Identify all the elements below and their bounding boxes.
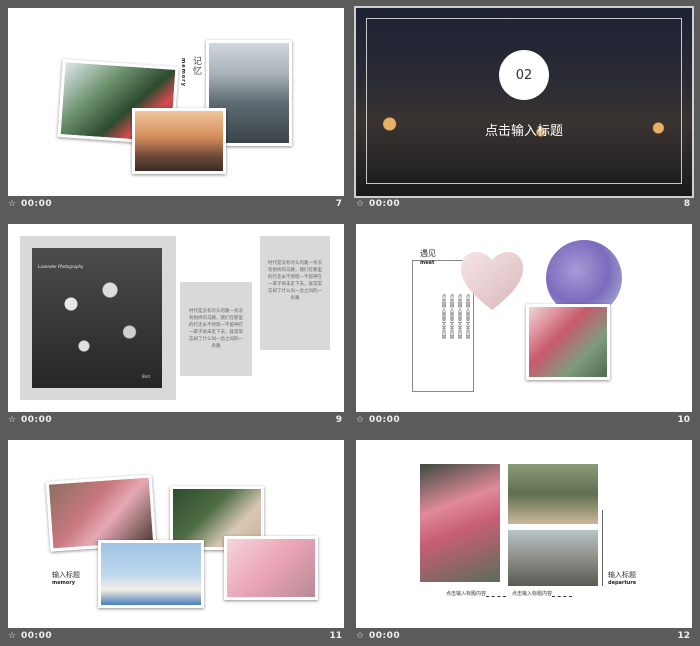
slide-8-number: 8 <box>683 199 690 209</box>
slide-10-subtitle: meet <box>420 260 435 266</box>
slide-9-time: 00:00 <box>21 415 53 425</box>
divider-line <box>602 510 603 586</box>
slide-7-number: 7 <box>335 199 342 209</box>
carnation-photo <box>420 464 500 582</box>
bw-flowers-photo <box>32 248 162 388</box>
star-icon: ☆ <box>8 415 17 425</box>
caption-right-underline <box>552 596 572 597</box>
sunset-person-photo <box>132 108 226 174</box>
star-icon: ☆ <box>356 631 365 641</box>
star-icon: ☆ <box>356 199 365 209</box>
slide-thumbnail-11[interactable]: 输入标题 memory ☆ 00:00 11 <box>8 440 344 644</box>
slide-12-title: 输入标题 <box>608 571 636 579</box>
slide-9-canvas[interactable]: Lavender Photography Bird 时代是没有尽头的路一条没有始… <box>8 224 344 412</box>
street-photo <box>508 530 598 586</box>
slide-8-title: 点击输入标题 <box>484 124 563 139</box>
slide-thumbnail-7[interactable]: 记忆 memory ☆ 00:00 7 <box>8 8 344 212</box>
slide-thumbnail-8[interactable]: 02 点击输入标题 ☆ 00:00 8 <box>356 8 692 212</box>
santorini-photo <box>98 540 204 608</box>
slide-10-footer: ☆ 00:00 10 <box>356 414 692 428</box>
star-icon: ☆ <box>356 415 365 425</box>
text-box-left-body: 时代是没有尽头的路一条没有始终的马路，我们在那里的行走永不停歇一不留神在一辈子尚… <box>189 309 243 349</box>
title-frame <box>366 18 682 184</box>
slide-12-time: 00:00 <box>369 631 401 641</box>
caption-left: 点击输入标题内容 <box>446 591 487 597</box>
slide-12-number: 12 <box>677 631 690 641</box>
column-text-2: 点击输入简要文字内容 <box>449 294 454 339</box>
garden-photo <box>526 304 610 380</box>
caption-right: 点击输入标题内容 <box>512 591 553 597</box>
text-box-right-body: 时代是没有尽头的路一条没有始终的马路，我们在那里的行走永不停歇一不留神在一辈子尚… <box>268 261 322 301</box>
slide-11-footer: ☆ 00:00 11 <box>8 630 344 644</box>
slide-7-subtitle: memory <box>180 58 186 87</box>
slide-10-canvas[interactable]: 遇见 meet 点击输入简要文字内容 点击输入简要文字内容 点击输入简要文字内容… <box>356 224 692 412</box>
slide-8-time: 00:00 <box>369 199 401 209</box>
slide-11-title: 输入标题 <box>52 571 80 579</box>
star-icon: ☆ <box>8 631 17 641</box>
slide-thumbnail-12[interactable]: 输入标题 departure 点击输入标题内容 点击输入标题内容 ☆ 00:00… <box>356 440 692 644</box>
caption-left-underline <box>486 596 506 597</box>
wreath-door-photo <box>508 464 598 524</box>
slide-thumbnail-10[interactable]: 遇见 meet 点击输入简要文字内容 点击输入简要文字内容 点击输入简要文字内容… <box>356 224 692 428</box>
slide-7-title: 记忆 <box>191 56 201 76</box>
photo-caption: Lavender Photography <box>38 264 84 269</box>
slide-11-number: 11 <box>329 631 342 641</box>
slide-9-number: 9 <box>335 415 342 425</box>
heart-icon <box>461 251 523 310</box>
slide-7-footer: ☆ 00:00 7 <box>8 198 344 212</box>
photo-tag: Bird <box>142 374 150 379</box>
slide-11-subtitle: memory <box>52 580 75 586</box>
slide-12-subtitle: departure <box>608 580 637 586</box>
slide-12-footer: ☆ 00:00 12 <box>356 630 692 644</box>
number-badge: 02 <box>499 50 549 100</box>
column-text-1: 点击输入简要文字内容 <box>441 294 446 339</box>
star-icon: ☆ <box>8 199 17 209</box>
slide-12-canvas[interactable]: 输入标题 departure 点击输入标题内容 点击输入标题内容 <box>356 440 692 628</box>
slide-9-footer: ☆ 00:00 9 <box>8 414 344 428</box>
cherry-blossom-photo <box>224 536 318 600</box>
slide-10-time: 00:00 <box>369 415 401 425</box>
slide-10-title: 遇见 <box>418 248 438 259</box>
slide-thumbnail-9[interactable]: Lavender Photography Bird 时代是没有尽头的路一条没有始… <box>8 224 344 428</box>
slide-11-canvas[interactable]: 输入标题 memory <box>8 440 344 628</box>
heart-blossom-photo <box>456 242 528 314</box>
slide-11-time: 00:00 <box>21 631 53 641</box>
slide-8-canvas[interactable]: 02 点击输入标题 <box>356 8 692 196</box>
slide-8-footer: ☆ 00:00 8 <box>356 198 692 212</box>
slide-7-canvas[interactable]: 记忆 memory <box>8 8 344 196</box>
slide-10-number: 10 <box>677 415 690 425</box>
slide-7-time: 00:00 <box>21 199 53 209</box>
